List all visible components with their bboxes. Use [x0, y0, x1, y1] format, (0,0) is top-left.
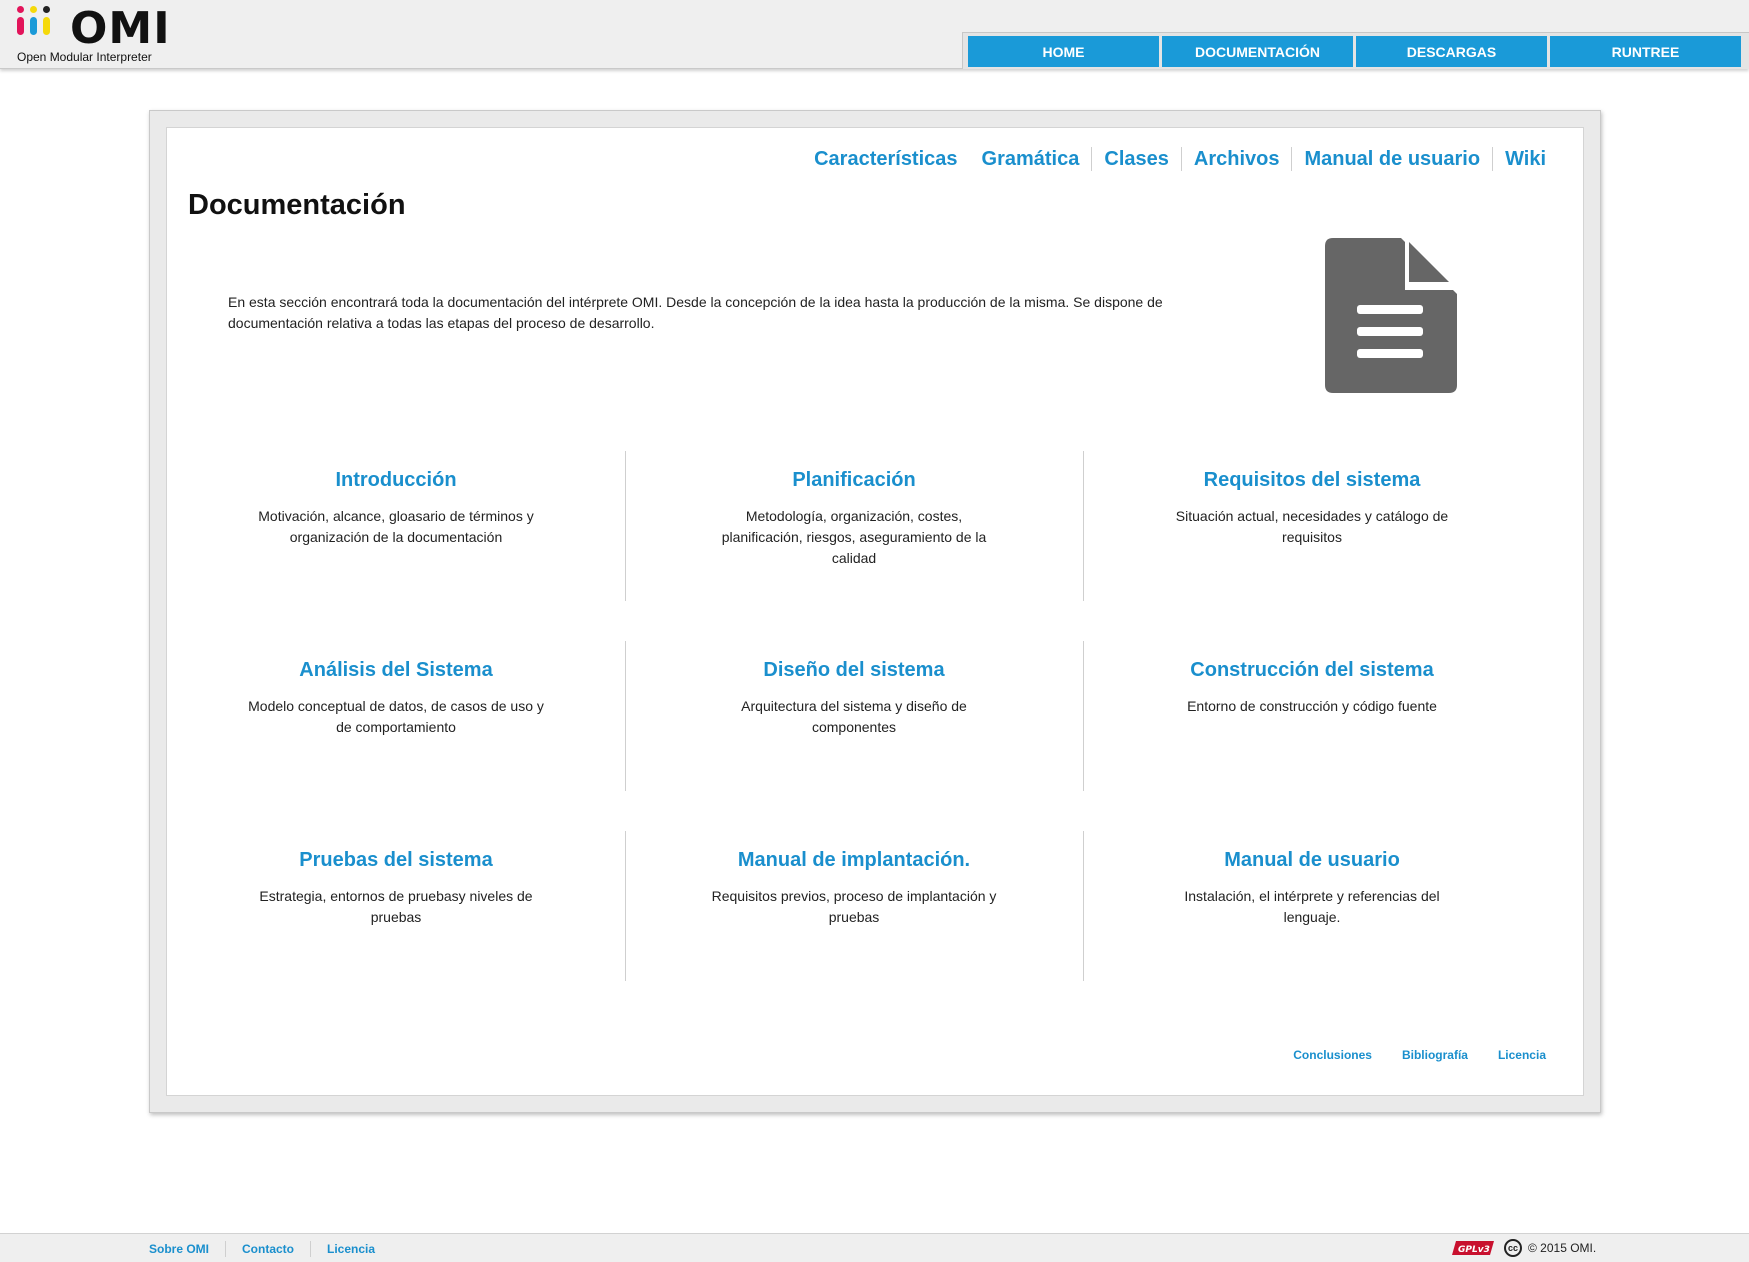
nav-home[interactable]: HOME	[968, 36, 1159, 67]
nav-documentacion[interactable]: DOCUMENTACIÓN	[1162, 36, 1353, 67]
link-licencia[interactable]: Licencia	[1498, 1048, 1546, 1062]
section-manual-implantacion: Manual de implantación. Requisitos previ…	[625, 831, 1083, 981]
footer-sobre-omi[interactable]: Sobre OMI	[149, 1242, 225, 1256]
content-panel: Características Gramática Clases Archivo…	[166, 127, 1584, 1096]
section-introduccion: Introducción Motivación, alcance, gloasa…	[167, 451, 625, 601]
subnav-caracteristicas[interactable]: Características	[802, 147, 969, 171]
section-desc: Instalación, el intérprete y referencias…	[1184, 888, 1440, 925]
section-pruebas: Pruebas del sistema Estrategia, entornos…	[167, 831, 625, 981]
subnav-archivos[interactable]: Archivos	[1182, 147, 1292, 171]
link-conclusiones[interactable]: Conclusiones	[1293, 1048, 1372, 1062]
svg-text:GPLv3: GPLv3	[1458, 1245, 1490, 1255]
subnav-wiki[interactable]: Wiki	[1493, 147, 1558, 171]
section-construccion: Construcción del sistema Entorno de cons…	[1083, 641, 1541, 791]
section-desc: Requisitos previos, proceso de implantac…	[711, 888, 997, 925]
footer-badges: GPLv3 cc © 2015 OMI.	[1452, 1239, 1596, 1257]
doc-bottom-links: Conclusiones Bibliografía Licencia	[1293, 1048, 1546, 1062]
section-desc: Arquitectura del sistema y diseño de com…	[741, 698, 967, 735]
subnav-gramatica[interactable]: Gramática	[970, 147, 1092, 171]
section-title[interactable]: Manual de usuario	[1083, 849, 1541, 872]
footer-licencia[interactable]: Licencia	[311, 1242, 391, 1256]
nav-descargas[interactable]: DESCARGAS	[1356, 36, 1547, 67]
section-desc: Metodología, organización, costes, plani…	[721, 508, 987, 566]
section-desc: Estrategia, entornos de pruebasy niveles…	[259, 888, 533, 925]
section-title[interactable]: Requisitos del sistema	[1083, 469, 1541, 492]
section-desc: Entorno de construcción y código fuente	[1187, 698, 1437, 714]
omi-logo[interactable]: OMI Open Modular Interpreter	[15, 4, 170, 66]
section-analisis: Análisis del Sistema Modelo conceptual d…	[167, 641, 625, 791]
doc-subnav: Características Gramática Clases Archivo…	[802, 147, 1558, 171]
section-diseno: Diseño del sistema Arquitectura del sist…	[625, 641, 1083, 791]
section-title[interactable]: Introducción	[167, 469, 625, 492]
section-desc: Modelo conceptual de datos, de casos de …	[248, 698, 544, 735]
subnav-clases[interactable]: Clases	[1092, 147, 1181, 171]
main-nav: HOME DOCUMENTACIÓN DESCARGAS RUNTREE	[962, 32, 1749, 69]
footer-links: Sobre OMI Contacto Licencia	[149, 1241, 391, 1257]
gplv3-logo-icon[interactable]: GPLv3	[1452, 1239, 1498, 1257]
site-header: OMI Open Modular Interpreter HOME DOCUME…	[0, 0, 1749, 69]
document-icon	[1325, 238, 1457, 393]
section-desc: Motivación, alcance, gloasario de términ…	[258, 508, 534, 545]
section-title[interactable]: Análisis del Sistema	[167, 659, 625, 682]
section-title[interactable]: Planificación	[625, 469, 1083, 492]
section-title[interactable]: Manual de implantación.	[625, 849, 1083, 872]
site-footer: Sobre OMI Contacto Licencia GPLv3 cc © 2…	[0, 1233, 1749, 1262]
section-desc: Situación actual, necesidades y catálogo…	[1175, 508, 1449, 545]
section-title[interactable]: Pruebas del sistema	[167, 849, 625, 872]
section-planificacion: Planificación Metodología, organización,…	[625, 451, 1083, 601]
content-frame: Características Gramática Clases Archivo…	[149, 110, 1601, 1113]
page-title: Documentación	[188, 189, 406, 221]
section-manual-usuario: Manual de usuario Instalación, el intérp…	[1083, 831, 1541, 981]
creative-commons-icon[interactable]: cc	[1504, 1239, 1522, 1257]
logo-subtitle: Open Modular Interpreter	[17, 50, 152, 64]
subnav-manual-usuario[interactable]: Manual de usuario	[1292, 147, 1492, 171]
section-title[interactable]: Construcción del sistema	[1083, 659, 1541, 682]
logo-text: OMI	[70, 3, 171, 54]
section-requisitos: Requisitos del sistema Situación actual,…	[1083, 451, 1541, 601]
intro-text: En esta sección encontrará toda la docum…	[228, 294, 1163, 331]
section-title[interactable]: Diseño del sistema	[625, 659, 1083, 682]
copyright-text: © 2015 OMI.	[1528, 1241, 1597, 1255]
link-bibliografia[interactable]: Bibliografía	[1402, 1048, 1468, 1062]
footer-contacto[interactable]: Contacto	[226, 1242, 310, 1256]
nav-runtree[interactable]: RUNTREE	[1550, 36, 1741, 67]
logo-dots-icon	[17, 6, 55, 46]
